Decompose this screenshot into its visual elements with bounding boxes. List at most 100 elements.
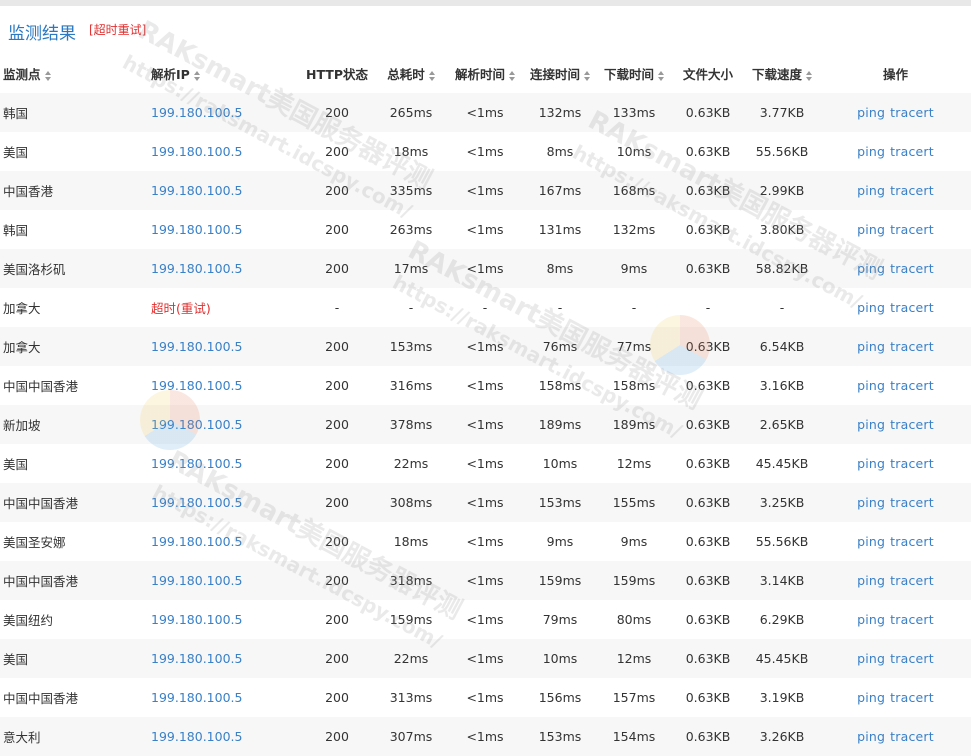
- ip-cell[interactable]: 199.180.100.5: [148, 483, 298, 522]
- resolved-ip-link[interactable]: 199.180.100.5: [151, 495, 242, 510]
- col-connect-time-header[interactable]: 连接时间: [524, 54, 596, 93]
- ip-cell[interactable]: 199.180.100.5: [148, 132, 298, 171]
- http-status-cell: 200: [298, 717, 376, 756]
- tracert-link[interactable]: tracert: [890, 261, 934, 276]
- ip-cell[interactable]: 199.180.100.5: [148, 405, 298, 444]
- connect-time-cell: 189ms: [524, 405, 596, 444]
- ip-cell[interactable]: 199.180.100.5: [148, 522, 298, 561]
- tracert-link[interactable]: tracert: [890, 144, 934, 159]
- ip-cell[interactable]: 199.180.100.5: [148, 639, 298, 678]
- ip-cell[interactable]: 超时(重试): [148, 288, 298, 327]
- ping-link[interactable]: ping: [857, 300, 885, 315]
- col-dns-time-header[interactable]: 解析时间: [446, 54, 524, 93]
- resolved-ip-link[interactable]: 199.180.100.5: [151, 417, 242, 432]
- ip-cell[interactable]: 199.180.100.5: [148, 678, 298, 717]
- timeout-retry-link[interactable]: 超时(重试): [151, 301, 211, 316]
- resolved-ip-link[interactable]: 199.180.100.5: [151, 651, 242, 666]
- sort-icon[interactable]: [428, 70, 435, 81]
- ping-link[interactable]: ping: [857, 729, 885, 744]
- resolved-ip-link[interactable]: 199.180.100.5: [151, 378, 242, 393]
- resolved-ip-link[interactable]: 199.180.100.5: [151, 534, 242, 549]
- col-total-time-header[interactable]: 总耗时: [376, 54, 446, 93]
- resolved-ip-link[interactable]: 199.180.100.5: [151, 339, 242, 354]
- ip-cell[interactable]: 199.180.100.5: [148, 717, 298, 756]
- col-ip-header[interactable]: 解析IP: [148, 54, 298, 93]
- ip-cell[interactable]: 199.180.100.5: [148, 600, 298, 639]
- total-time-cell-value: 18ms: [393, 144, 429, 159]
- http-status-cell-value: 200: [325, 378, 349, 393]
- tracert-link[interactable]: tracert: [890, 183, 934, 198]
- ping-link[interactable]: ping: [857, 534, 885, 549]
- ping-link[interactable]: ping: [857, 222, 885, 237]
- http-status-cell-value: 200: [325, 417, 349, 432]
- resolved-ip-link[interactable]: 199.180.100.5: [151, 690, 242, 705]
- ip-cell[interactable]: 199.180.100.5: [148, 561, 298, 600]
- tracert-link[interactable]: tracert: [890, 417, 934, 432]
- table-row: 中国中国香港 199.180.100.5 200 316ms <1ms 158ms 158m…: [0, 366, 971, 405]
- actions-cell: ping tracert: [820, 171, 971, 210]
- ip-cell[interactable]: 199.180.100.5: [148, 210, 298, 249]
- ping-link[interactable]: ping: [857, 378, 885, 393]
- ip-cell[interactable]: 199.180.100.5: [148, 366, 298, 405]
- tracert-link[interactable]: tracert: [890, 222, 934, 237]
- tracert-link[interactable]: tracert: [890, 729, 934, 744]
- tracert-link[interactable]: tracert: [890, 690, 934, 705]
- tracert-link[interactable]: tracert: [890, 339, 934, 354]
- ip-cell[interactable]: 199.180.100.5: [148, 249, 298, 288]
- ping-link[interactable]: ping: [857, 339, 885, 354]
- resolved-ip-link[interactable]: 199.180.100.5: [151, 222, 242, 237]
- sort-icon[interactable]: [44, 70, 51, 81]
- ping-link[interactable]: ping: [857, 690, 885, 705]
- dns-time-cell: <1ms: [446, 366, 524, 405]
- total-time-cell: 159ms: [376, 600, 446, 639]
- col-location-header[interactable]: 监测点: [0, 54, 148, 93]
- dns-time-cell: <1ms: [446, 327, 524, 366]
- resolved-ip-link[interactable]: 199.180.100.5: [151, 261, 242, 276]
- resolved-ip-link[interactable]: 199.180.100.5: [151, 729, 242, 744]
- tracert-link[interactable]: tracert: [890, 300, 934, 315]
- tracert-link[interactable]: tracert: [890, 651, 934, 666]
- download-speed-cell-value: 55.56KB: [755, 144, 809, 159]
- tracert-link[interactable]: tracert: [890, 105, 934, 120]
- ping-link[interactable]: ping: [857, 456, 885, 471]
- ip-cell[interactable]: 199.180.100.5: [148, 327, 298, 366]
- ping-link[interactable]: ping: [857, 261, 885, 276]
- tracert-link[interactable]: tracert: [890, 495, 934, 510]
- tracert-link[interactable]: tracert: [890, 573, 934, 588]
- ip-cell[interactable]: 199.180.100.5: [148, 171, 298, 210]
- tracert-link[interactable]: tracert: [890, 612, 934, 627]
- ping-link[interactable]: ping: [857, 417, 885, 432]
- ip-cell[interactable]: 199.180.100.5: [148, 444, 298, 483]
- resolved-ip-link[interactable]: 199.180.100.5: [151, 105, 242, 120]
- ping-link[interactable]: ping: [857, 612, 885, 627]
- resolved-ip-link[interactable]: 199.180.100.5: [151, 183, 242, 198]
- col-download-speed-header[interactable]: 下载速度: [744, 54, 820, 93]
- ping-link[interactable]: ping: [857, 183, 885, 198]
- tracert-link[interactable]: tracert: [890, 534, 934, 549]
- resolved-ip-link[interactable]: 199.180.100.5: [151, 456, 242, 471]
- col-download-time-label: 下载时间: [603, 67, 654, 82]
- timeout-retry-link[interactable]: [超时重试]: [89, 21, 146, 38]
- ping-link[interactable]: ping: [857, 495, 885, 510]
- ip-cell[interactable]: 199.180.100.5: [148, 93, 298, 132]
- sort-icon[interactable]: [806, 70, 812, 81]
- connect-time-cell-value: 132ms: [538, 105, 582, 120]
- ping-link[interactable]: ping: [857, 105, 885, 120]
- resolved-ip-link[interactable]: 199.180.100.5: [151, 144, 242, 159]
- resolved-ip-link[interactable]: 199.180.100.5: [151, 612, 242, 627]
- ping-link[interactable]: ping: [857, 573, 885, 588]
- dns-time-cell: -: [446, 288, 524, 327]
- ping-link[interactable]: ping: [857, 651, 885, 666]
- sort-icon[interactable]: [509, 70, 515, 81]
- col-download-time-header[interactable]: 下载时间: [596, 54, 672, 93]
- col-actions-label: 操作: [882, 67, 908, 82]
- sort-icon[interactable]: [193, 70, 200, 81]
- sort-icon[interactable]: [658, 70, 664, 81]
- resolved-ip-link[interactable]: 199.180.100.5: [151, 573, 242, 588]
- ping-link[interactable]: ping: [857, 144, 885, 159]
- tracert-link[interactable]: tracert: [890, 378, 934, 393]
- actions-cell: ping tracert: [820, 249, 971, 288]
- tracert-link[interactable]: tracert: [890, 456, 934, 471]
- dns-time-cell: <1ms: [446, 444, 524, 483]
- sort-icon[interactable]: [584, 70, 590, 81]
